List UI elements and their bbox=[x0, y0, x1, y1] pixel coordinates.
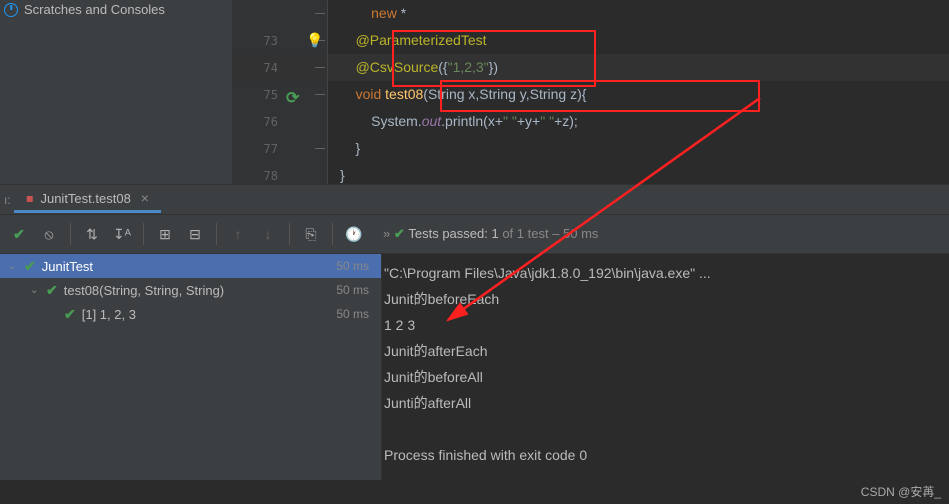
output-line: Junit的afterEach bbox=[384, 338, 947, 364]
chevron-down-icon: ⌄ bbox=[30, 285, 40, 296]
history-button[interactable]: 🕐 bbox=[341, 221, 367, 247]
expand-button[interactable]: ⊞ bbox=[152, 221, 178, 247]
tree-time: 50 ms bbox=[336, 283, 369, 297]
junit-icon: ◆ bbox=[23, 190, 38, 205]
show-ignored-button[interactable]: ⦸ bbox=[36, 221, 62, 247]
tab-label: JunitTest.test08 bbox=[40, 191, 130, 206]
run-label: ı: bbox=[0, 193, 14, 207]
sort-alpha-button[interactable]: ↧ᴬ bbox=[109, 221, 135, 247]
run-tab[interactable]: ◆ JunitTest.test08 × bbox=[14, 186, 161, 213]
chevron-down-icon: ⌄ bbox=[8, 261, 18, 272]
output-line: 1 2 3 bbox=[384, 312, 947, 338]
line-number: 73 bbox=[256, 34, 278, 48]
output-line bbox=[384, 416, 947, 442]
output-line: Process finished with exit code 0 bbox=[384, 442, 947, 468]
console-output[interactable]: "C:\Program Files\Java\jdk1.8.0_192\bin\… bbox=[382, 254, 949, 480]
output-line: Junit的beforeEach bbox=[384, 286, 947, 312]
next-button[interactable]: ↓ bbox=[255, 221, 281, 247]
bulb-icon[interactable]: 💡 bbox=[306, 27, 323, 54]
clock-icon bbox=[4, 3, 18, 17]
run-gutter-icon[interactable]: ⟳ bbox=[286, 88, 300, 102]
close-icon[interactable]: × bbox=[141, 190, 149, 206]
tree-leaf-label: [1] 1, 2, 3 bbox=[82, 307, 136, 322]
tree-leaf[interactable]: ✔ [1] 1, 2, 3 50 ms bbox=[0, 302, 381, 326]
output-line: "C:\Program Files\Java\jdk1.8.0_192\bin\… bbox=[384, 260, 947, 286]
check-icon: ✔ bbox=[24, 258, 36, 275]
output-line: Junit的beforeAll bbox=[384, 364, 947, 390]
output-line: Junti的afterAll bbox=[384, 390, 947, 416]
test-tree: ⌄ ✔ JunitTest 50 ms ⌄ ✔ test08(String, S… bbox=[0, 254, 382, 480]
tree-node-label: test08(String, String, String) bbox=[64, 283, 224, 298]
sort-down-button[interactable]: ⇅ bbox=[79, 221, 105, 247]
scratches-item[interactable]: Scratches and Consoles bbox=[0, 0, 232, 19]
line-number: 77 bbox=[256, 142, 278, 156]
prev-button[interactable]: ↑ bbox=[225, 221, 251, 247]
show-passed-button[interactable]: ✔ bbox=[6, 221, 32, 247]
tree-time: 50 ms bbox=[336, 307, 369, 321]
collapse-button[interactable]: ⊟ bbox=[182, 221, 208, 247]
code-editor[interactable]: new * 💡 @ParameterizedTest @CsvSource({"… bbox=[328, 0, 949, 184]
line-number: 78 bbox=[256, 169, 278, 183]
test-status: » ✔ Tests passed: 1 of 1 test – 50 ms bbox=[383, 226, 598, 242]
tree-node[interactable]: ⌄ ✔ test08(String, String, String) 50 ms bbox=[0, 278, 381, 302]
run-tab-bar: ı: ◆ JunitTest.test08 × bbox=[0, 184, 949, 214]
scratches-label: Scratches and Consoles bbox=[24, 2, 165, 17]
export-button[interactable]: ⎘ bbox=[298, 221, 324, 247]
watermark: CSDN @安苒_ bbox=[861, 483, 941, 500]
check-icon: ✔ bbox=[64, 306, 76, 323]
project-panel: Scratches and Consoles bbox=[0, 0, 232, 184]
line-number: 76 bbox=[256, 115, 278, 129]
line-number: 75 bbox=[256, 88, 278, 102]
tree-root-label: JunitTest bbox=[42, 259, 93, 274]
test-toolbar: ✔ ⦸ ⇅ ↧ᴬ ⊞ ⊟ ↑ ↓ ⎘ 🕐 » ✔ Tests passed: 1… bbox=[0, 214, 949, 254]
line-number: 74 bbox=[256, 61, 278, 75]
tree-time: 50 ms bbox=[336, 259, 369, 273]
check-icon: ✔ bbox=[46, 282, 58, 299]
tree-root[interactable]: ⌄ ✔ JunitTest 50 ms bbox=[0, 254, 381, 278]
